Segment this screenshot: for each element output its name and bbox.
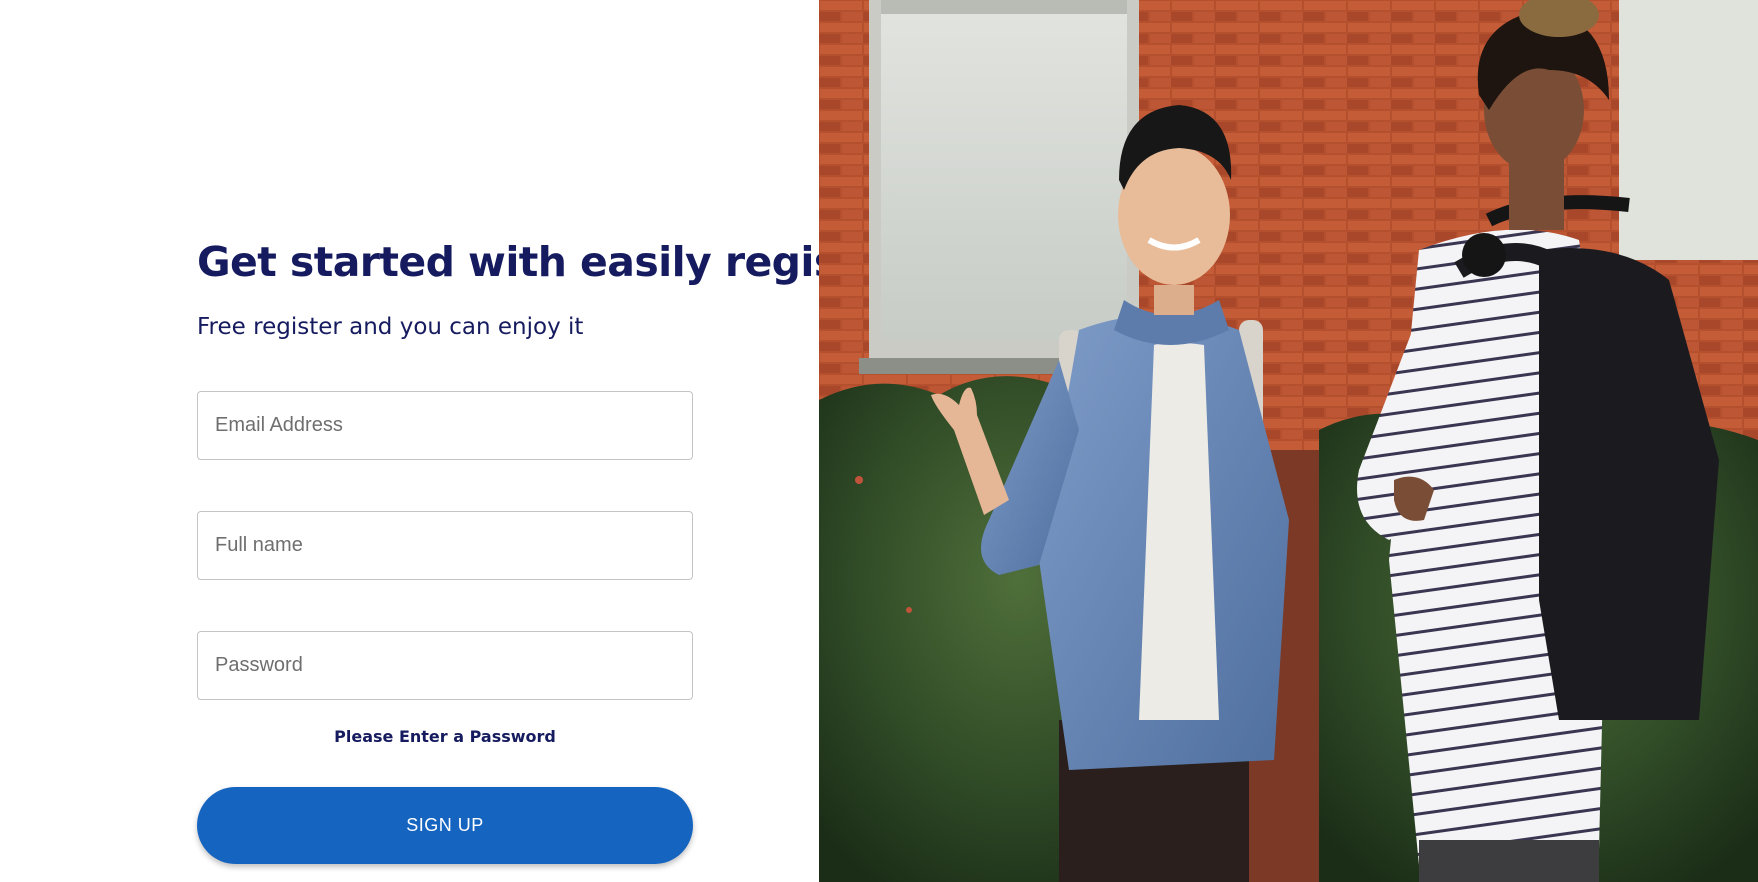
hero-photo [819,0,1758,882]
page-subtitle: Free register and you can enjoy it [197,314,584,340]
email-field[interactable] [197,391,693,460]
signup-page: Get started with easily register Free re… [0,0,1758,882]
password-field[interactable] [197,631,693,700]
sign-up-button[interactable]: SIGN UP [197,787,693,864]
full-name-field[interactable] [197,511,693,580]
signup-form-panel: Get started with easily register Free re… [0,0,904,882]
page-title: Get started with easily register [197,238,904,286]
password-error-message: Please Enter a Password [334,727,556,746]
